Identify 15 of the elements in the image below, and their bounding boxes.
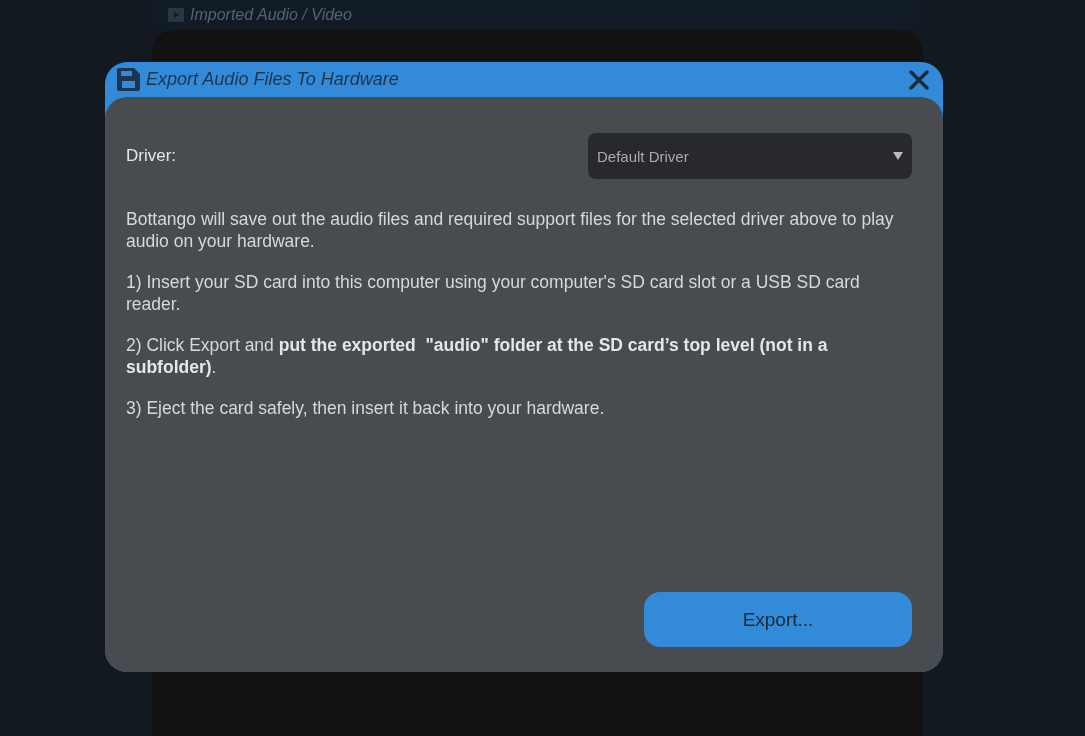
dialog-title: Export Audio Files To Hardware <box>146 69 400 90</box>
close-icon <box>908 68 930 91</box>
background-panel-title: Imported Audio / Video <box>190 6 352 24</box>
dropdown-value: Default Driver <box>597 147 689 165</box>
instruction-text: 1) Insert your SD card into this computer using your computer's SD card slot or a USB SD card reader. <box>126 271 861 315</box>
export-button[interactable]: Export... <box>644 592 912 647</box>
instruction-text: 2) Click Export and put the exported "audio" folder at the SD card’s top level (not in a subfolder). <box>126 334 829 378</box>
driver-dropdown[interactable]: Default Driver <box>588 133 912 179</box>
instruction-text: Bottango will save out the audio files and required support files for the selected driver above to play audio on your hardware. <box>126 208 895 252</box>
caret-icon <box>893 152 903 160</box>
close-button[interactable] <box>908 68 930 91</box>
instruction-text: 3) Eject the card safely, then insert it back into your hardware. <box>126 397 606 419</box>
driver-label: Driver: <box>126 146 177 166</box>
save-icon <box>117 68 140 91</box>
film-icon <box>168 8 184 22</box>
